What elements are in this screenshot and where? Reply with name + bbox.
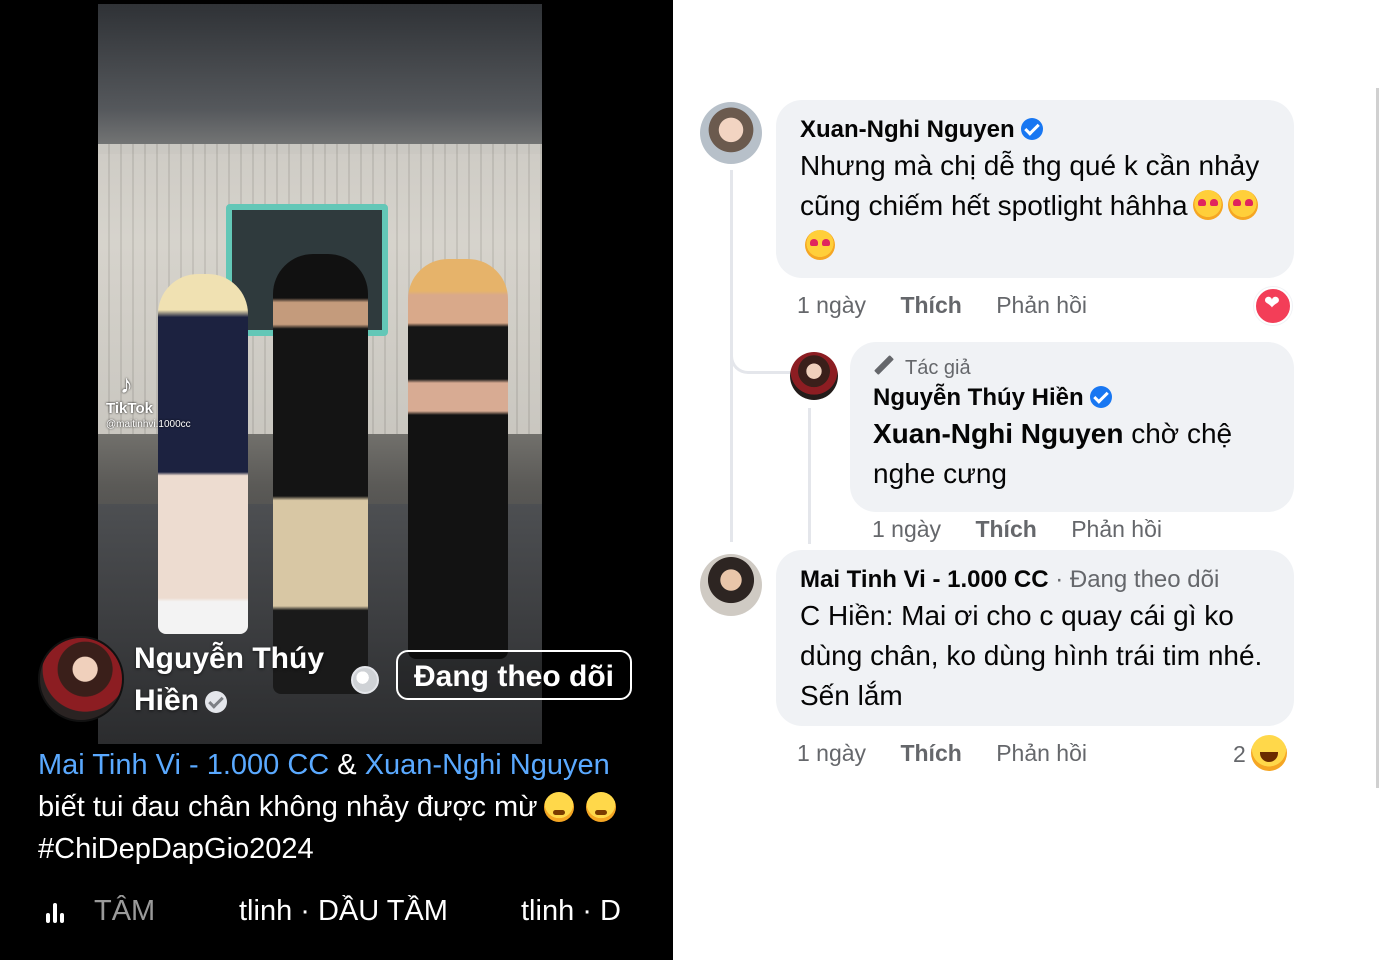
video-caption: Mai Tinh Vi - 1.000 CC & Xuan-Nghi Nguye…: [38, 744, 648, 870]
smiling-hearts-emoji-icon: [805, 230, 835, 260]
video-scene-ceiling: [98, 4, 542, 154]
reply-connector: [730, 340, 790, 374]
music-bars-icon: [44, 901, 68, 929]
video-person-right: [408, 259, 508, 659]
verified-icon: [205, 691, 228, 713]
reply-button[interactable]: Phản hồi: [996, 740, 1087, 766]
tiktok-logo-icon: ♪: [120, 369, 133, 399]
commenter-avatar-mai-tinh-vi[interactable]: [700, 554, 762, 616]
smiling-hearts-emoji-icon: [1192, 190, 1223, 220]
haha-reaction-icon[interactable]: [1251, 735, 1287, 771]
caption-mention-mai-tinh-vi[interactable]: Mai Tinh Vi - 1.000 CC: [38, 749, 329, 781]
comment-bubble-2: Tác giả Nguyễn Thúy Hiền Xuan-Nghi Nguye…: [850, 342, 1294, 512]
comment-body: C Hiền: Mai ơi cho c quay cái gì ko dùng…: [800, 600, 1263, 711]
music-track-name: tlinh · DẦU TẦM: [239, 895, 448, 927]
reaction-count[interactable]: 2: [1233, 741, 1246, 768]
tiktok-watermark-label: TikTok: [106, 400, 153, 417]
comment-actions-3: 1 ngày Thích Phản hồi: [797, 740, 1115, 767]
caption-hashtag[interactable]: #ChiDepDapGio2024: [38, 833, 314, 865]
smiling-hearts-emoji-icon: [1227, 190, 1258, 220]
steam-face-emoji-icon: [543, 792, 574, 822]
comment-text: Xuan-Nghi Nguyen chờ chệ nghe cưng: [873, 414, 1271, 494]
comment-author: Mai Tinh Vi - 1.000 CC: [800, 566, 1049, 593]
like-button[interactable]: Thích: [975, 516, 1036, 542]
like-button[interactable]: Thích: [900, 740, 961, 766]
comment-author-link[interactable]: Mai Tinh Vi - 1.000 CC · Đang theo dõi: [800, 564, 1270, 596]
reply-thread-line: [808, 408, 811, 544]
video-panel: ♪ TikTok @maitinhvi.1000cc Nguyễn Thúy H…: [0, 0, 673, 960]
video-player[interactable]: ♪ TikTok @maitinhvi.1000cc: [98, 4, 542, 744]
comment-author-link[interactable]: Nguyễn Thúy Hiền: [873, 382, 1271, 414]
caption-text: biết tui đau chân không nhảy được mừ: [38, 791, 538, 823]
verified-icon: [1020, 118, 1043, 140]
comment-author-link[interactable]: Xuan-Nghi Nguyen: [800, 114, 1270, 146]
commenter-avatar-xuan-nghi[interactable]: [700, 102, 762, 164]
video-author-row: Nguyễn Thúy Hiền Đang theo dõi: [38, 636, 648, 726]
steam-face-emoji-icon: [585, 792, 616, 822]
comment-time[interactable]: 1 ngày: [872, 516, 941, 542]
comment-text: Nhưng mà chị dễ thg qué k cần nhảy cũng …: [800, 146, 1270, 266]
comment-author: Xuan-Nghi Nguyen: [800, 116, 1015, 143]
reply-button[interactable]: Phản hồi: [1071, 516, 1162, 542]
tiktok-watermark-handle: @maitinhvi.1000cc: [106, 419, 191, 430]
video-person-left: [158, 274, 248, 634]
comments-panel: Xuan-Nghi Nguyen Nhưng mà chị dễ thg qué…: [673, 0, 1390, 960]
music-track-name-repeat: tlinh · D: [521, 895, 621, 927]
comment-bubble-3: Mai Tinh Vi - 1.000 CC · Đang theo dõi C…: [776, 550, 1294, 726]
author-avatar[interactable]: [38, 636, 124, 722]
following-button[interactable]: Đang theo dõi: [396, 650, 632, 700]
author-tag: Tác giả: [873, 354, 1271, 382]
comment-bubble-1: Xuan-Nghi Nguyen Nhưng mà chị dễ thg qué…: [776, 100, 1294, 278]
commenter-avatar-nguyen-thuy-hien[interactable]: [790, 352, 838, 400]
music-track-fading: TÂM: [94, 895, 156, 927]
video-person-center: [273, 254, 368, 694]
comment-mention[interactable]: Xuan-Nghi Nguyen: [873, 418, 1123, 449]
pencil-icon: [874, 355, 894, 375]
public-globe-icon: [351, 666, 379, 694]
author-tag-label: Tác giả: [905, 357, 971, 379]
verified-icon: [1089, 386, 1112, 408]
reply-button[interactable]: Phản hồi: [996, 292, 1087, 318]
author-name-link[interactable]: Nguyễn Thúy Hiền: [134, 638, 354, 722]
like-button[interactable]: Thích: [900, 292, 961, 318]
music-ticker[interactable]: TÂM tlinh · DẦU TẦM tlinh · D: [44, 895, 624, 935]
comment-actions-2: 1 ngày Thích Phản hồi: [872, 516, 1190, 543]
author-name: Nguyễn Thúy Hiền: [134, 642, 325, 717]
tiktok-watermark: ♪ TikTok @maitinhvi.1000cc: [106, 369, 191, 430]
comment-actions-1: 1 ngày Thích Phản hồi: [797, 292, 1115, 319]
scrollbar[interactable]: [1376, 88, 1379, 788]
heart-reaction-icon[interactable]: [1254, 287, 1292, 325]
comment-time[interactable]: 1 ngày: [797, 740, 866, 766]
follow-status[interactable]: · Đang theo dõi: [1055, 566, 1219, 593]
comment-time[interactable]: 1 ngày: [797, 292, 866, 318]
comment-body: Nhưng mà chị dễ thg qué k cần nhảy cũng …: [800, 150, 1260, 221]
caption-mention-xuan-nghi[interactable]: Xuan-Nghi Nguyen: [365, 749, 610, 781]
comment-author: Nguyễn Thúy Hiền: [873, 384, 1084, 411]
caption-ampersand: &: [337, 749, 357, 781]
